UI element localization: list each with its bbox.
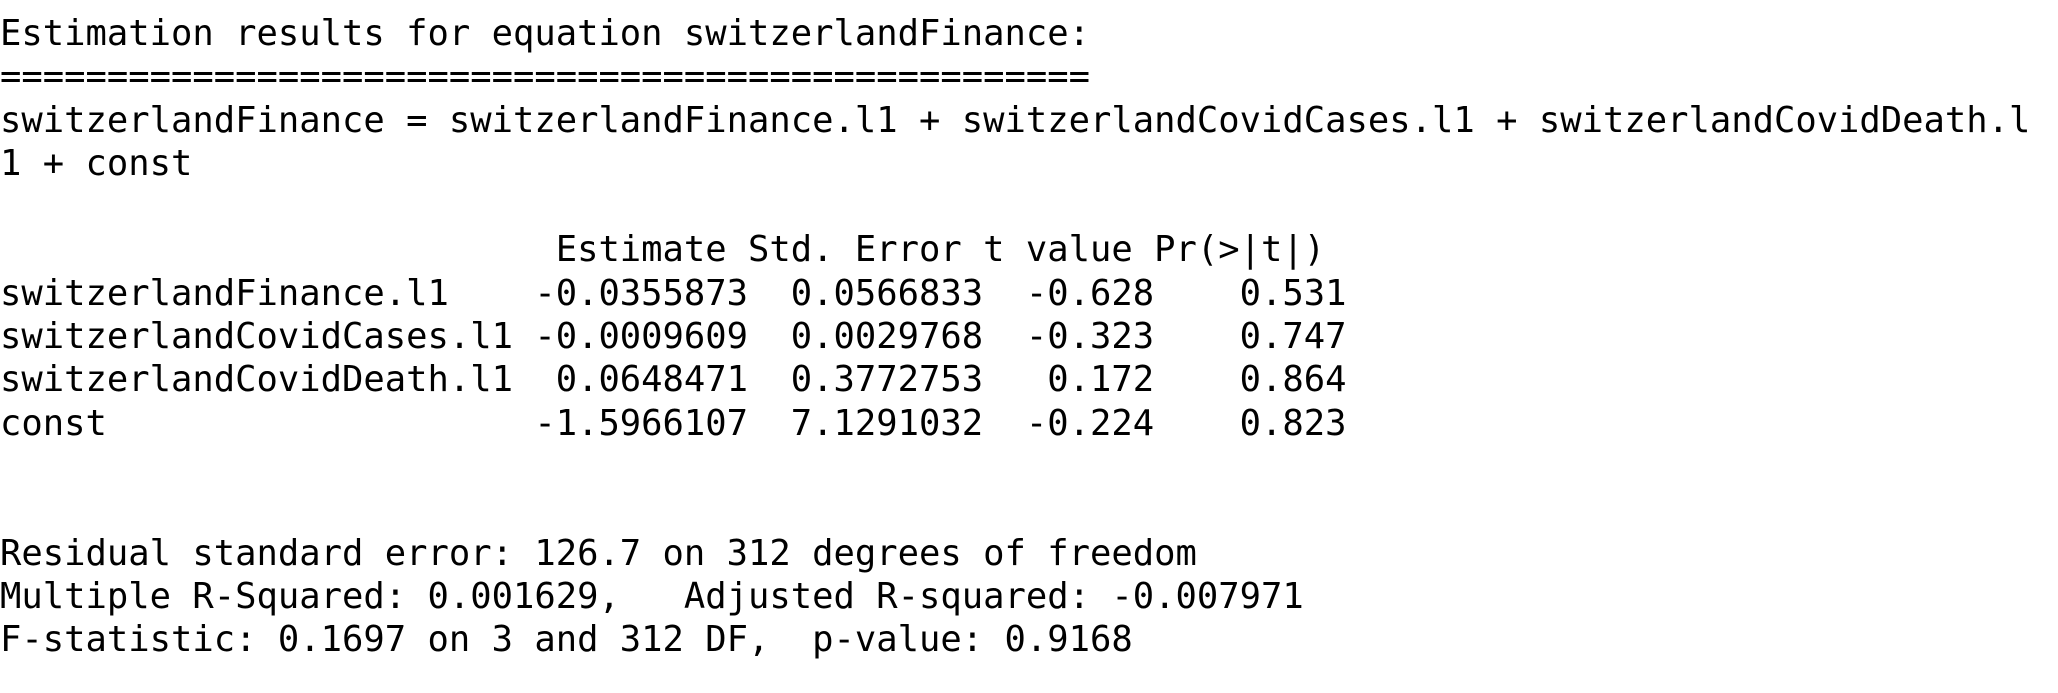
output-heading: Estimation results for equation switzerl… <box>0 13 1091 54</box>
residual-standard-error: Residual standard error: 126.7 on 312 de… <box>0 532 1197 574</box>
coefficient-row-const: const -1.5966107 7.1291032 -0.224 0.823 <box>0 402 1347 444</box>
formula-line-1: switzerlandFinance = switzerlandFinance.… <box>0 99 2031 141</box>
r-squared-line: Multiple R-Squared: 0.001629, Adjusted R… <box>0 575 1304 617</box>
coefficient-row-covid-death: switzerlandCovidDeath.l1 0.0648471 0.377… <box>0 359 1347 401</box>
formula-line-2: 1 + const <box>0 142 193 184</box>
f-statistic-line: F-statistic: 0.1697 on 3 and 312 DF, p-v… <box>0 619 1133 661</box>
coefficient-table-header: Estimate Std. Error t value Pr(>|t|) <box>0 229 1326 271</box>
console-output: Estimation results for equation switzerl… <box>0 12 2030 661</box>
separator-rule: ========================================… <box>0 56 1091 98</box>
coefficient-row-covid-cases: switzerlandCovidCases.l1 -0.0009609 0.00… <box>0 316 1347 358</box>
coefficient-row-finance: switzerlandFinance.l1 -0.0355873 0.05668… <box>0 272 1347 314</box>
